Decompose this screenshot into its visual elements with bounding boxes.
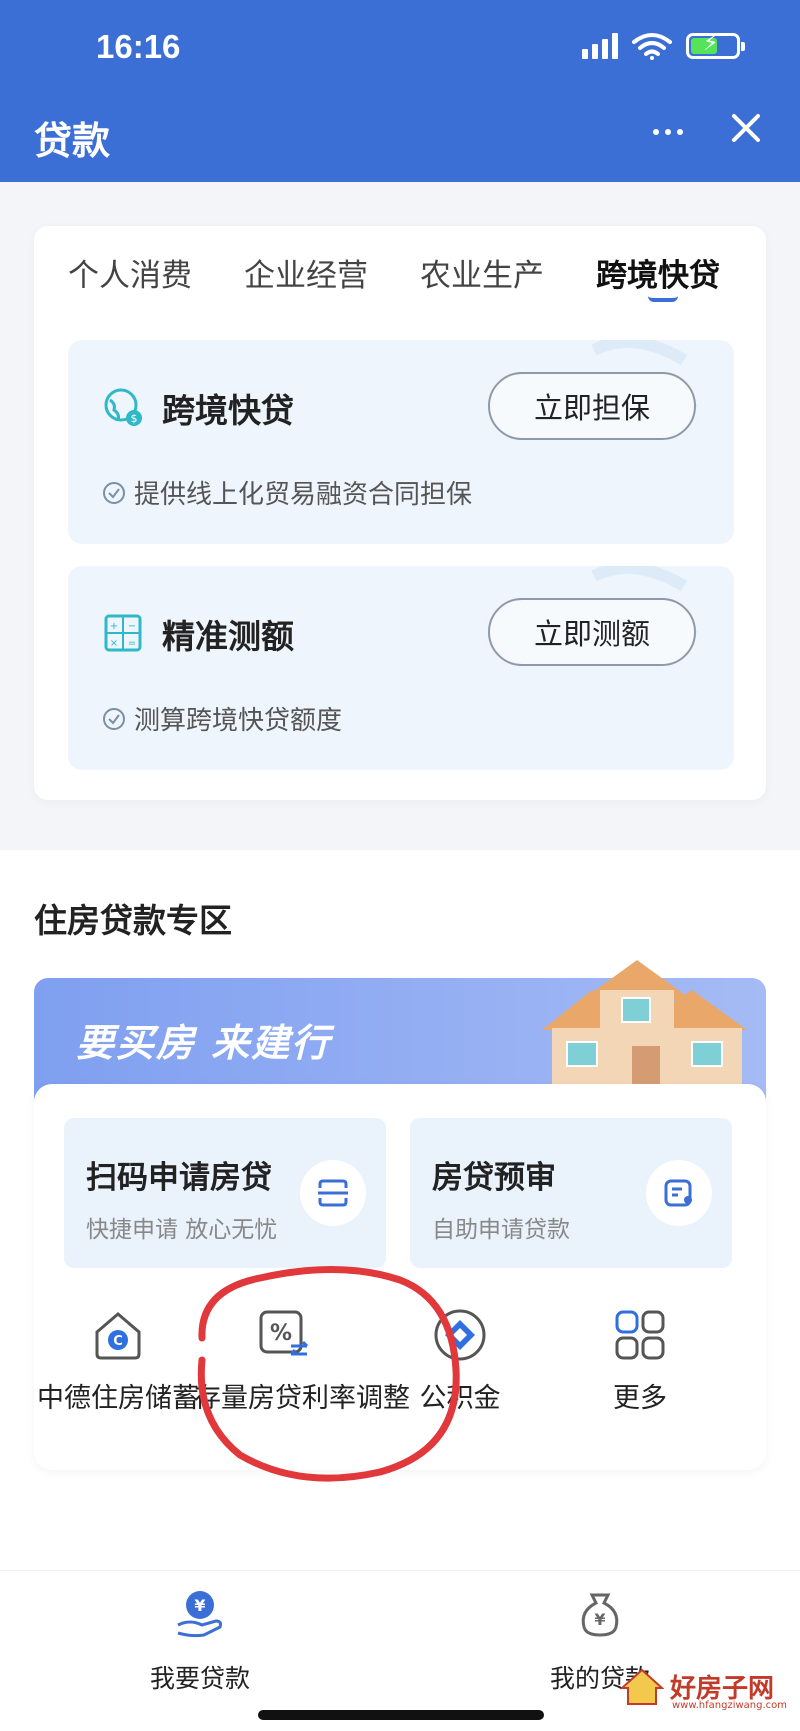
tab-cross-border[interactable]: 跨境快贷 bbox=[596, 250, 720, 295]
loan-category-card: 个人消费 企业经营 农业生产 跨境快贷 $ 跨境快贷 立即担保 提供线上化贸易融… bbox=[34, 226, 766, 800]
house-c-icon: C bbox=[95, 1312, 141, 1360]
svg-text:=: = bbox=[128, 638, 136, 649]
svg-text:+: + bbox=[110, 621, 118, 632]
more-dots-icon[interactable] bbox=[644, 112, 692, 152]
house-illustration-icon bbox=[542, 960, 747, 1088]
svg-text:$: $ bbox=[131, 412, 138, 425]
tab-personal[interactable]: 个人消费 bbox=[68, 250, 192, 295]
product-desc-text: 提供线上化贸易融资合同担保 bbox=[134, 480, 473, 510]
svg-text:¥: ¥ bbox=[594, 1610, 605, 1629]
status-time: 16:16 bbox=[96, 28, 181, 65]
page-title: 贷款 bbox=[34, 119, 111, 163]
svg-text:×: × bbox=[110, 638, 118, 649]
shortcut-zhongde-savings[interactable]: C 中德住房储蓄 bbox=[28, 1306, 208, 1426]
percent-exchange-icon: % bbox=[259, 1310, 309, 1356]
calculator-icon: + − × = bbox=[104, 614, 142, 652]
product-desc-text: 测算跨境快贷额度 bbox=[134, 706, 343, 736]
grid-more-icon bbox=[615, 1310, 665, 1360]
nav-label: 我要贷款 bbox=[149, 1664, 250, 1693]
nav-apply-loan[interactable]: ¥ 我要贷款 bbox=[100, 1585, 300, 1695]
globe-money-icon: $ bbox=[104, 388, 142, 426]
hand-yen-icon: ¥ bbox=[177, 1591, 222, 1638]
check-circle-icon bbox=[103, 707, 125, 730]
svg-text:C: C bbox=[113, 1334, 123, 1349]
signal-icon bbox=[582, 33, 618, 59]
yen-bag-icon: ¥ bbox=[581, 1593, 619, 1637]
profile-card-icon bbox=[646, 1160, 712, 1226]
check-circle-icon bbox=[103, 481, 125, 504]
card-title: 扫码申请房贷 bbox=[86, 1160, 272, 1196]
fund-diamond-icon bbox=[434, 1309, 486, 1361]
wifi-icon bbox=[632, 33, 672, 60]
card-subtitle: 自助申请贷款 bbox=[432, 1217, 570, 1243]
product-cross-border: $ 跨境快贷 立即担保 提供线上化贸易融资合同担保 bbox=[68, 340, 734, 544]
product-desc: 测算跨境快贷额度 bbox=[102, 700, 342, 737]
shortcut-more[interactable]: 更多 bbox=[550, 1306, 730, 1426]
site-watermark: 好房子网 www.hfangziwang.com bbox=[620, 1666, 787, 1711]
shortcut-label: 中德住房储蓄 bbox=[37, 1383, 199, 1414]
shortcut-label: 存量房贷利率调整 bbox=[194, 1383, 410, 1414]
guarantee-now-button[interactable]: 立即担保 bbox=[488, 372, 696, 440]
close-icon[interactable] bbox=[726, 108, 766, 148]
tab-business[interactable]: 企业经营 bbox=[244, 250, 368, 295]
housing-services-panel: 扫码申请房贷 快捷申请 放心无忧 房贷预审 自助申请贷款 C 中德住房储蓄 % … bbox=[34, 1084, 766, 1470]
watermark-house-icon bbox=[620, 1668, 664, 1705]
card-title: 房贷预审 bbox=[432, 1160, 556, 1196]
active-tab-indicator bbox=[648, 296, 678, 302]
watermark-url: www.hfangziwang.com bbox=[672, 1700, 788, 1711]
home-indicator[interactable] bbox=[258, 1710, 544, 1720]
battery-icon: ⚡ bbox=[686, 33, 745, 59]
shortcut-provident-fund[interactable]: 公积金 bbox=[370, 1306, 550, 1426]
svg-text:−: − bbox=[128, 621, 136, 632]
app-header: 16:16 ⚡ 贷款 bbox=[0, 0, 800, 182]
banner-slogan: 要买房 来建行 bbox=[76, 1021, 332, 1065]
product-quota-calc: + − × = 精准测额 立即测额 测算跨境快贷额度 bbox=[68, 566, 734, 770]
tab-agriculture[interactable]: 农业生产 bbox=[420, 250, 544, 295]
calculate-now-button[interactable]: 立即测额 bbox=[488, 598, 696, 666]
status-icons: ⚡ bbox=[582, 32, 745, 60]
product-name: 精准测额 bbox=[162, 617, 294, 656]
card-subtitle: 快捷申请 放心无忧 bbox=[86, 1217, 278, 1243]
shortcut-label: 更多 bbox=[613, 1383, 667, 1414]
svg-text:%: % bbox=[270, 1321, 292, 1346]
scan-apply-mortgage-card[interactable]: 扫码申请房贷 快捷申请 放心无忧 bbox=[64, 1118, 386, 1268]
mortgage-precheck-card[interactable]: 房贷预审 自助申请贷款 bbox=[410, 1118, 732, 1268]
svg-text:¥: ¥ bbox=[194, 1596, 205, 1615]
shortcut-label: 公积金 bbox=[419, 1383, 501, 1414]
housing-section-title: 住房贷款专区 bbox=[34, 901, 232, 940]
scan-icon bbox=[300, 1160, 366, 1226]
product-desc: 提供线上化贸易融资合同担保 bbox=[102, 474, 472, 511]
watermark-text: 好房子网 bbox=[670, 1673, 775, 1704]
shortcut-rate-adjustment[interactable]: % 存量房贷利率调整 bbox=[194, 1306, 410, 1426]
product-name: 跨境快贷 bbox=[162, 391, 294, 430]
